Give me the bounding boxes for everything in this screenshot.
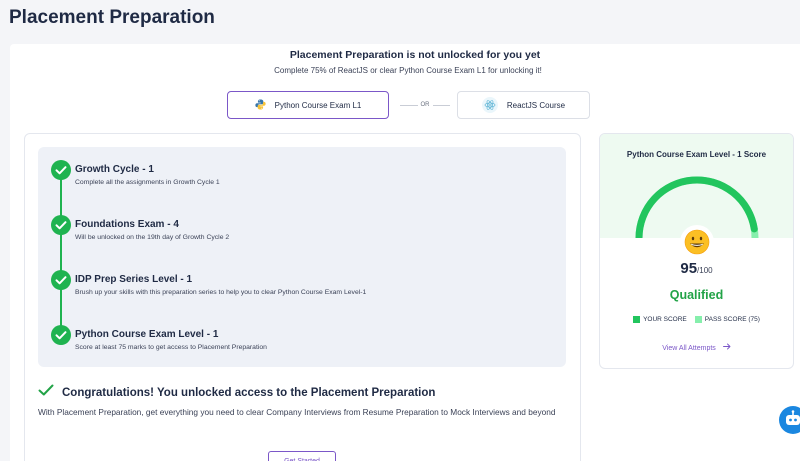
score-legend: YOUR SCORE PASS SCORE (75)	[600, 316, 793, 323]
get-started-button[interactable]: Get Started	[268, 451, 336, 461]
score-max: /100	[697, 266, 713, 275]
legend-pass-score: PASS SCORE (75)	[694, 316, 760, 323]
lock-title: Placement Preparation is not unlocked fo…	[289, 49, 541, 61]
python-course-exam-option[interactable]: Python Course Exam L1	[227, 91, 389, 119]
step-title: Python Course Exam Level - 1	[75, 329, 219, 340]
python-logo-icon	[255, 98, 266, 112]
lock-subtitle: Complete 75% of ReactJS or clear Python …	[274, 66, 542, 75]
chatbot-icon[interactable]	[779, 406, 800, 434]
congrats-description: With Placement Preparation, get everythi…	[38, 407, 556, 417]
step-title: Foundations Exam - 4	[75, 219, 179, 230]
step-desc: Brush up your skills with this preparati…	[75, 289, 367, 296]
react-option-label: ReactJS Course	[506, 100, 566, 110]
check-icon	[51, 325, 71, 345]
grinning-face-icon	[680, 225, 714, 259]
legend-label: PASS SCORE (75)	[704, 316, 760, 323]
page-title: Placement Preparation	[9, 7, 215, 28]
congrats-heading: Congratulations! You unlocked access to …	[38, 383, 435, 402]
legend-swatch	[633, 316, 641, 323]
congrats-title: Congratulations! You unlocked access to …	[62, 386, 436, 399]
steps-timeline-line	[60, 170, 62, 335]
legend-your-score: YOUR SCORE	[633, 316, 687, 323]
legend-label: YOUR SCORE	[643, 316, 687, 323]
step-title: IDP Prep Series Level - 1	[75, 274, 193, 285]
arrow-right-icon	[722, 343, 731, 352]
score-card: Python Course Exam Level - 1 Score 95/10…	[599, 133, 794, 369]
step-desc: Score at least 75 marks to get access to…	[75, 344, 267, 351]
qualified-status: Qualified	[669, 288, 724, 302]
score-value: 95/100	[600, 260, 793, 278]
score-number: 95	[680, 260, 698, 277]
react-logo-icon	[481, 97, 498, 113]
or-separator: OR	[397, 99, 453, 111]
check-icon	[51, 160, 71, 180]
view-attempts-label: View All Attempts	[662, 345, 716, 352]
reactjs-course-option[interactable]: ReactJS Course	[457, 91, 590, 119]
check-icon	[51, 270, 71, 290]
check-icon	[38, 383, 54, 402]
score-title: Python Course Exam Level - 1 Score	[626, 150, 767, 159]
view-all-attempts-link[interactable]: View All Attempts	[600, 343, 793, 352]
legend-swatch	[694, 316, 702, 323]
step-desc: Will be unlocked on the 19th day of Grow…	[75, 234, 230, 241]
step-title: Growth Cycle - 1	[75, 164, 154, 175]
check-icon	[51, 215, 71, 235]
python-option-label: Python Course Exam L1	[274, 100, 362, 110]
step-desc: Complete all the assignments in Growth C…	[75, 179, 220, 186]
